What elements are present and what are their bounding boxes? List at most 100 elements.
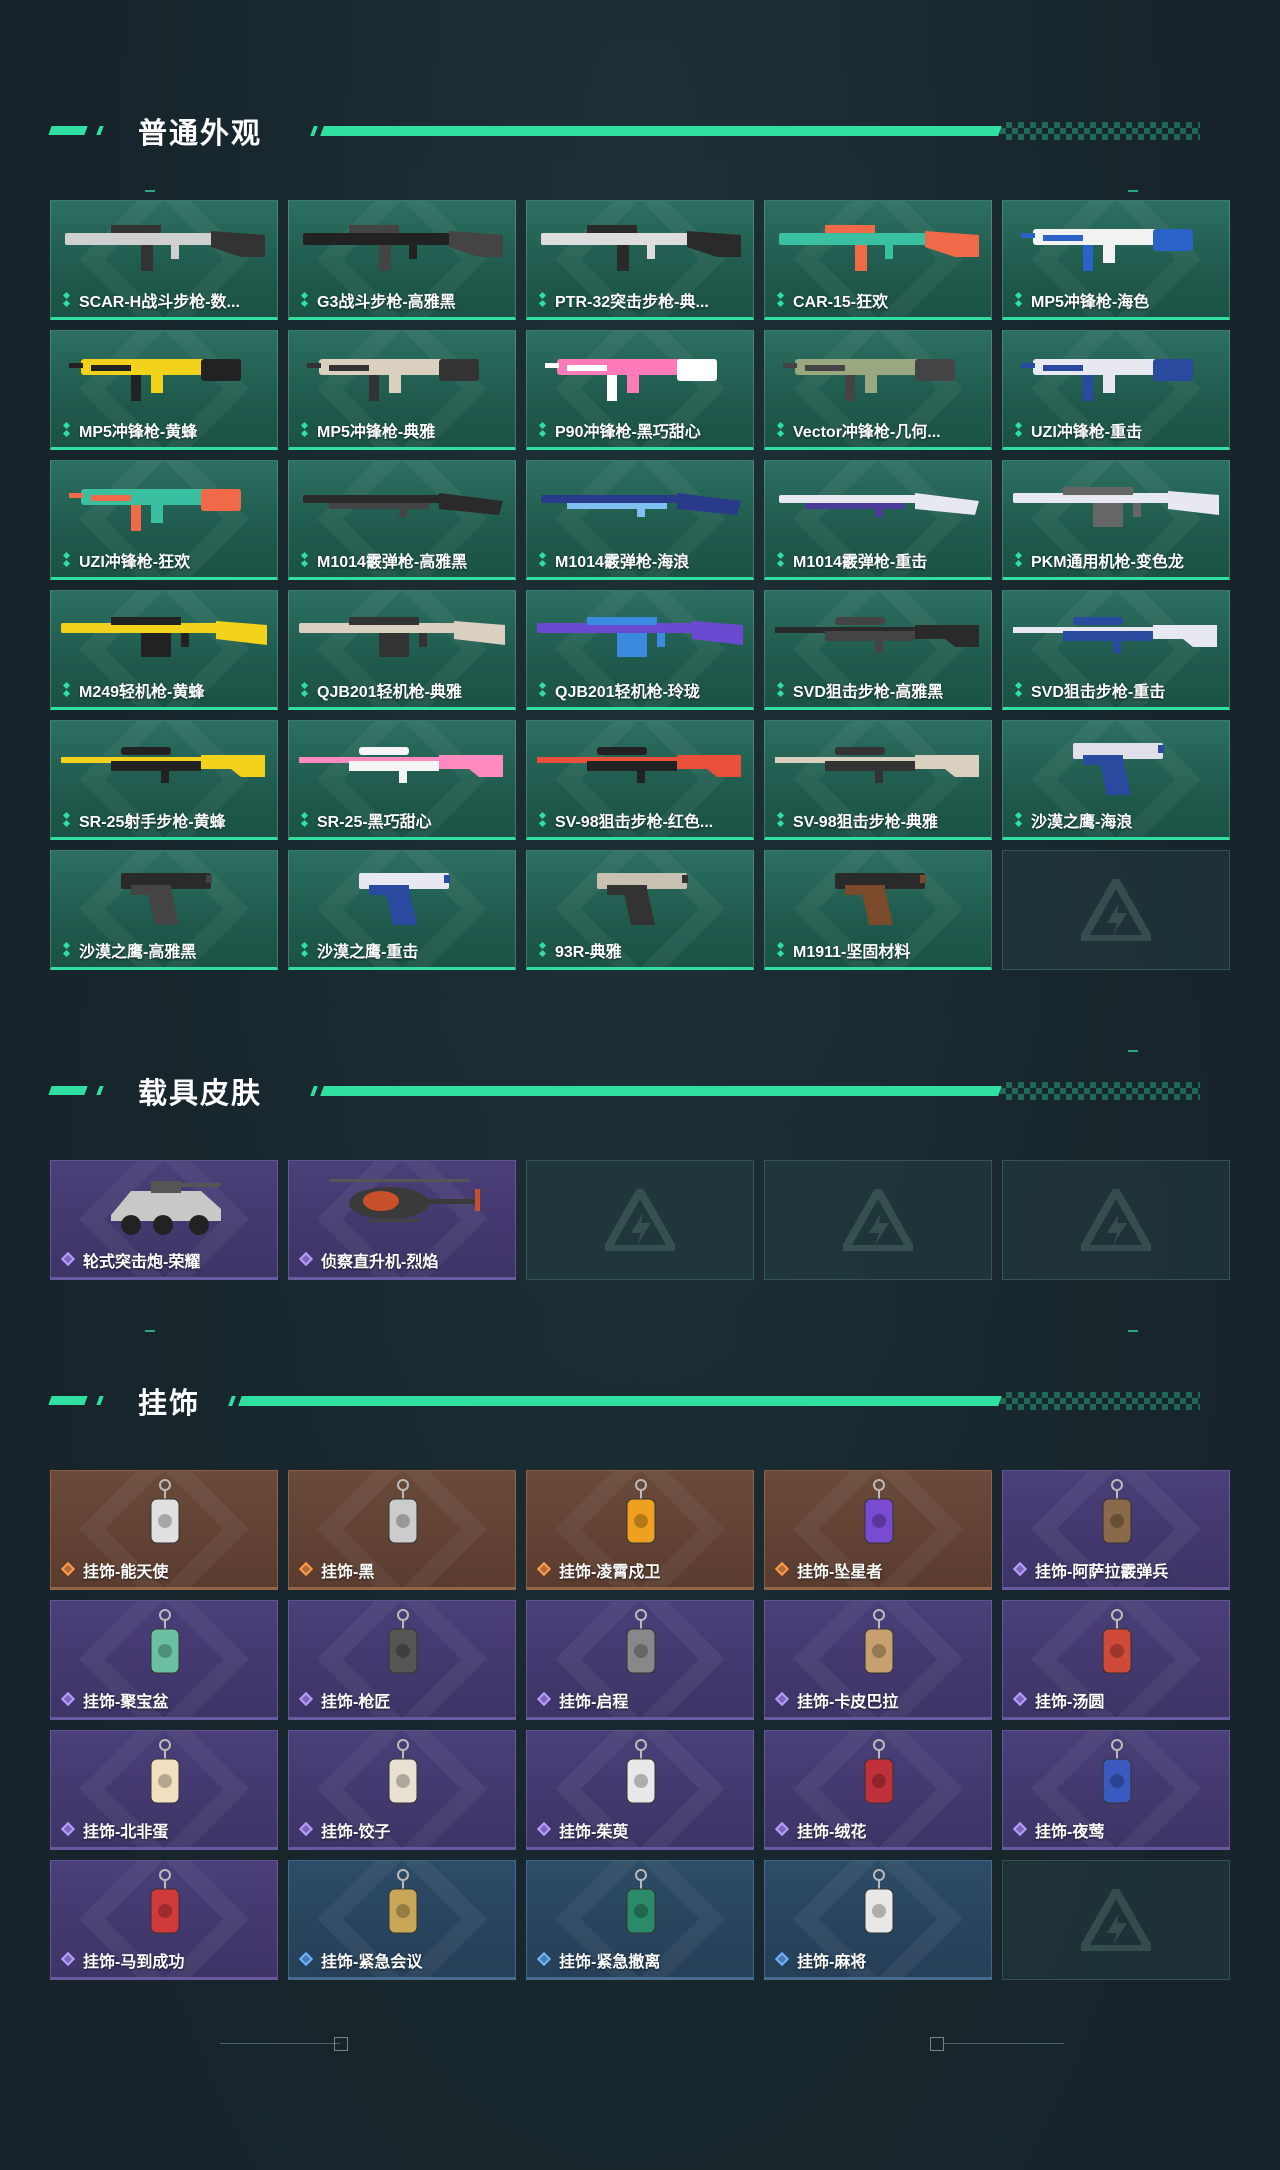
card-label: M1911-坚固材料 xyxy=(793,944,911,961)
weapon_skins-card[interactable]: 沙漠之鹰-海浪 xyxy=(1002,720,1230,840)
header-accent-tick xyxy=(96,1086,104,1095)
smg-icon xyxy=(783,359,955,401)
rifle-icon xyxy=(541,225,741,271)
card-label: UZI冲锋枪-狂欢 xyxy=(79,554,191,571)
rarity-icon xyxy=(61,1692,77,1708)
rarity-icon xyxy=(775,1822,791,1838)
vehicle_skins-card[interactable]: 轮式突击炮-荣耀 xyxy=(50,1160,278,1280)
charm-icon xyxy=(388,1479,418,1544)
card-label-row: SR-25-黑巧甜心 xyxy=(299,809,509,831)
weapon_skins-card[interactable]: MP5冲锋枪-黄蜂 xyxy=(50,330,278,450)
charms-card[interactable]: 挂饰-坠星者 xyxy=(764,1470,992,1590)
header-accent-bar xyxy=(48,126,88,135)
charms-card[interactable]: 挂饰-夜莺 xyxy=(1002,1730,1230,1850)
card-label-row: M249轻机枪-黄蜂 xyxy=(61,679,271,701)
card-label-row: QJB201轻机枪-典雅 xyxy=(299,679,509,701)
weapon_skins-card[interactable]: G3战斗步枪-高雅黑 xyxy=(288,200,516,320)
rifle-icon xyxy=(779,225,979,271)
card-label-row: MP5冲锋枪-典雅 xyxy=(299,419,509,441)
rarity-icon xyxy=(537,292,549,308)
card-label: 93R-典雅 xyxy=(555,944,622,961)
rarity-icon xyxy=(537,1562,553,1578)
rarity-icon xyxy=(775,422,787,438)
charms-card[interactable]: 挂饰-凌霄戍卫 xyxy=(526,1470,754,1590)
weapon_skins-card[interactable]: M1014霰弹枪-重击 xyxy=(764,460,992,580)
weapon_skins-card[interactable]: M1911-坚固材料 xyxy=(764,850,992,970)
charms-card[interactable]: 挂饰-马到成功 xyxy=(50,1860,278,1980)
weapon_skins-card[interactable]: QJB201轻机枪-玲珑 xyxy=(526,590,754,710)
weapon_skins-card[interactable]: 93R-典雅 xyxy=(526,850,754,970)
card-label-row: SVD狙击步枪-高雅黑 xyxy=(775,679,985,701)
charms-card[interactable]: 挂饰-绒花 xyxy=(764,1730,992,1850)
smg-icon xyxy=(69,489,241,531)
weapon_skins-card[interactable]: SV-98狙击步枪-典雅 xyxy=(764,720,992,840)
rarity-icon xyxy=(775,812,787,828)
card-label: SVD狙击步枪-高雅黑 xyxy=(793,684,944,701)
shotgun-icon xyxy=(303,493,503,517)
weapon_skins-card[interactable]: UZI冲锋枪-狂欢 xyxy=(50,460,278,580)
weapon_skins-card[interactable]: MP5冲锋枪-典雅 xyxy=(288,330,516,450)
rarity-icon xyxy=(1013,1562,1029,1578)
card-label: SR-25-黑巧甜心 xyxy=(317,814,432,831)
charms-card[interactable]: 挂饰-阿萨拉霰弹兵 xyxy=(1002,1470,1230,1590)
weapon_skins-card[interactable]: SVD狙击步枪-高雅黑 xyxy=(764,590,992,710)
weapon_skins-card[interactable]: SV-98狙击步枪-红色... xyxy=(526,720,754,840)
card-label-row: 挂饰-能天使 xyxy=(61,1559,271,1581)
rarity-icon xyxy=(61,1822,77,1838)
weapon_skins-card[interactable]: P90冲锋枪-黑巧甜心 xyxy=(526,330,754,450)
rarity-icon xyxy=(537,422,549,438)
charms-card[interactable]: 挂饰-紧急会议 xyxy=(288,1860,516,1980)
weapon_skins-card[interactable]: 沙漠之鹰-高雅黑 xyxy=(50,850,278,970)
card-label: MP5冲锋枪-海色 xyxy=(1031,294,1150,311)
charms-card[interactable]: 挂饰-能天使 xyxy=(50,1470,278,1590)
weapon_skins-card[interactable]: M1014霰弹枪-高雅黑 xyxy=(288,460,516,580)
charms-card[interactable]: 挂饰-北非蛋 xyxy=(50,1730,278,1850)
charms-card[interactable]: 挂饰-茱萸 xyxy=(526,1730,754,1850)
card-label-row: Vector冲锋枪-几何... xyxy=(775,419,985,441)
rarity-icon xyxy=(1013,682,1025,698)
charm-icon xyxy=(864,1609,894,1674)
header-accent-bar xyxy=(48,1396,88,1405)
weapon_skins-card[interactable]: 沙漠之鹰-重击 xyxy=(288,850,516,970)
charms-card[interactable]: 挂饰-黑 xyxy=(288,1470,516,1590)
weapon_skins-card[interactable]: SVD狙击步枪-重击 xyxy=(1002,590,1230,710)
weapon_skins-card[interactable]: M1014霰弹枪-海浪 xyxy=(526,460,754,580)
charms-card[interactable]: 挂饰-紧急撤离 xyxy=(526,1860,754,1980)
charms-card[interactable]: 挂饰-汤圆 xyxy=(1002,1600,1230,1720)
rifle-icon xyxy=(303,225,503,271)
header-line xyxy=(320,126,1002,136)
placeholder-logo-icon xyxy=(1081,1889,1151,1951)
charms-card[interactable]: 挂饰-启程 xyxy=(526,1600,754,1720)
charms-card[interactable]: 挂饰-聚宝盆 xyxy=(50,1600,278,1720)
header-line xyxy=(320,1086,1002,1096)
rarity-icon xyxy=(299,942,311,958)
weapon_skins-card[interactable]: UZI冲锋枪-重击 xyxy=(1002,330,1230,450)
header-checker-pattern xyxy=(1000,122,1200,140)
rarity-icon xyxy=(299,1252,315,1268)
weapon_skins-card[interactable]: Vector冲锋枪-几何... xyxy=(764,330,992,450)
charms-card[interactable]: 挂饰-卡皮巴拉 xyxy=(764,1600,992,1720)
charms-card[interactable]: 挂饰-饺子 xyxy=(288,1730,516,1850)
card-label-row: 挂饰-北非蛋 xyxy=(61,1819,271,1841)
vehicle_skins-card[interactable]: 侦察直升机-烈焰 xyxy=(288,1160,516,1280)
weapon_skins-card[interactable]: QJB201轻机枪-典雅 xyxy=(288,590,516,710)
rarity-icon xyxy=(537,1952,553,1968)
pistol-icon xyxy=(1073,743,1164,795)
charm-icon xyxy=(150,1739,180,1804)
weapon_skins-card[interactable]: CAR-15-狂欢 xyxy=(764,200,992,320)
weapon_skins-card[interactable]: PKM通用机枪-变色龙 xyxy=(1002,460,1230,580)
charms-card[interactable]: 挂饰-麻将 xyxy=(764,1860,992,1980)
placeholder-logo-icon xyxy=(1081,879,1151,941)
weapon_skins-card[interactable]: SR-25-黑巧甜心 xyxy=(288,720,516,840)
weapon_skins-card[interactable]: MP5冲锋枪-海色 xyxy=(1002,200,1230,320)
card-label: 挂饰-聚宝盆 xyxy=(83,1694,169,1711)
charms-card[interactable]: 挂饰-枪匠 xyxy=(288,1600,516,1720)
card-label-row: 挂饰-马到成功 xyxy=(61,1949,271,1971)
charm-icon xyxy=(388,1869,418,1934)
weapon_skins-card[interactable]: SR-25射手步枪-黄蜂 xyxy=(50,720,278,840)
rarity-icon xyxy=(775,1952,791,1968)
weapon_skins-card[interactable]: PTR-32突击步枪-典... xyxy=(526,200,754,320)
weapon_skins-card[interactable]: M249轻机枪-黄蜂 xyxy=(50,590,278,710)
card-label: 挂饰-汤圆 xyxy=(1035,1694,1105,1711)
weapon_skins-card[interactable]: SCAR-H战斗步枪-数... xyxy=(50,200,278,320)
